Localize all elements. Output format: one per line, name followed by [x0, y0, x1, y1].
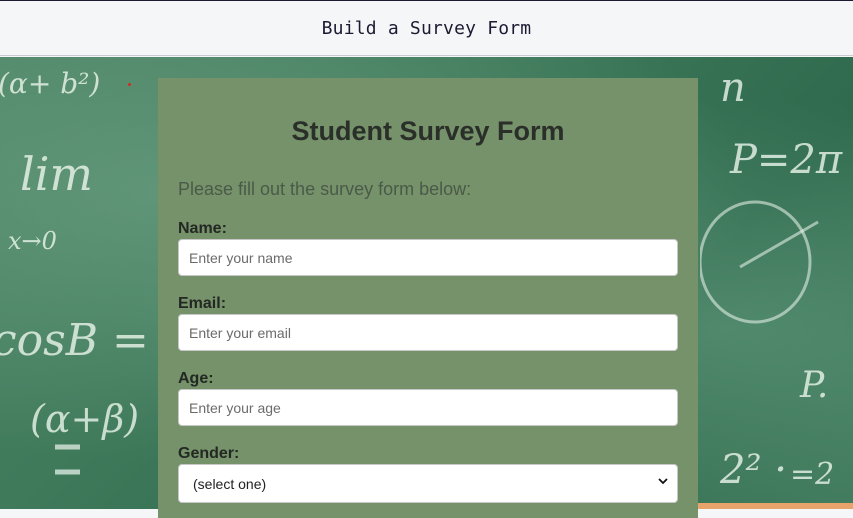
survey-form-card: Student Survey Form Please fill out the …	[158, 78, 698, 518]
gender-select[interactable]: (select one)	[178, 464, 678, 503]
top-bar: Build a Survey Form	[0, 0, 853, 56]
age-input[interactable]	[178, 389, 678, 426]
form-description: Please fill out the survey form below:	[178, 179, 472, 199]
chalk-circle-drawing	[700, 200, 819, 324]
chalk-formula: x→0	[8, 227, 57, 255]
gender-field-group: Gender: (select one)	[178, 444, 678, 503]
name-label: Name:	[178, 220, 227, 237]
name-field-group: Name:	[178, 219, 678, 276]
chalk-formula: (α+β)	[30, 397, 140, 441]
form-title: Student Survey Form	[291, 116, 565, 146]
chevron-down-icon	[658, 478, 668, 485]
red-marker-dot	[128, 83, 131, 86]
age-label: Age:	[178, 370, 214, 387]
chalk-formula: P=2π	[730, 137, 843, 183]
chalk-formula: n	[720, 65, 746, 111]
chalk-bracket-drawing	[55, 444, 80, 475]
email-label: Email:	[178, 295, 227, 312]
age-field-group: Age:	[178, 369, 678, 426]
chalk-formula: P.	[800, 365, 829, 406]
chalk-formula: 2² ·	[720, 447, 787, 493]
gender-label: Gender:	[178, 445, 240, 462]
chalk-formula: lim	[20, 147, 94, 201]
name-input[interactable]	[178, 239, 678, 276]
chalk-formula: cosB =	[0, 315, 149, 366]
page-header-title: Build a Survey Form	[321, 17, 532, 39]
email-input[interactable]	[178, 314, 678, 351]
chalk-formula: (α+ b²)	[0, 67, 101, 100]
email-field-group: Email:	[178, 294, 678, 351]
chalk-formula: =2	[790, 457, 835, 492]
gender-select-wrapper: (select one)	[178, 464, 678, 503]
orange-accent	[698, 503, 853, 509]
